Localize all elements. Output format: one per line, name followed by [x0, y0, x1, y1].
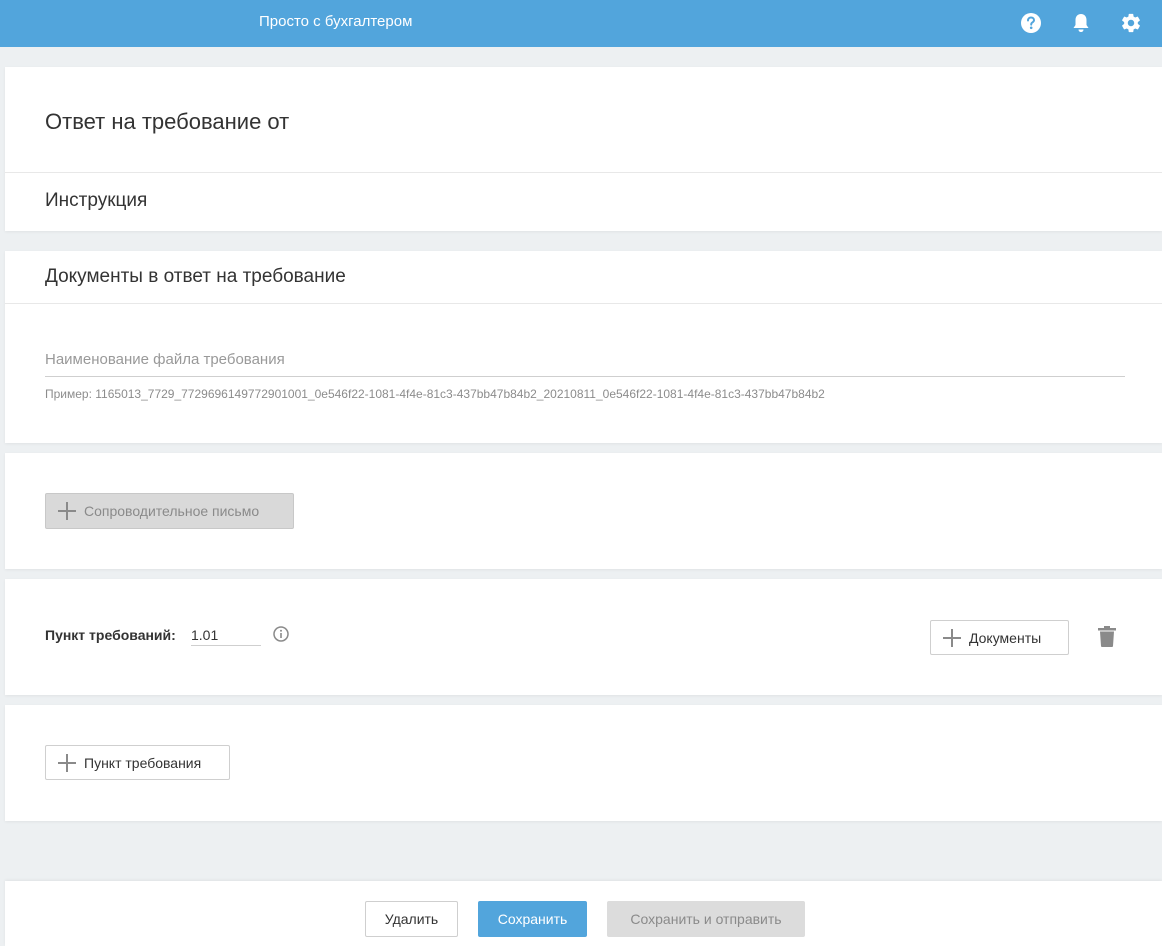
- delete-button[interactable]: Удалить: [365, 901, 458, 937]
- filename-underline: [45, 376, 1125, 377]
- title-card: Ответ на требование от Инструкция: [5, 67, 1162, 231]
- instruction-header[interactable]: Инструкция: [45, 190, 147, 212]
- plus-icon: [58, 753, 76, 772]
- save-label: Сохранить: [497, 911, 568, 927]
- trash-icon[interactable]: [1098, 626, 1116, 647]
- save-and-send-label: Сохранить и отправить: [630, 911, 782, 927]
- bell-icon[interactable]: [1069, 11, 1093, 35]
- requirement-item-card: Пункт требований: Документы: [5, 579, 1162, 695]
- documents-section-title: Документы в ответ на требование: [45, 266, 346, 287]
- add-item-card: Пункт требования: [5, 705, 1162, 821]
- requirement-item-label: Пункт требований:: [45, 627, 176, 643]
- add-cover-letter-label: Сопроводительное письмо: [84, 503, 260, 519]
- gear-icon[interactable]: [1119, 11, 1143, 35]
- save-and-send-button[interactable]: Сохранить и отправить: [607, 901, 805, 937]
- page-title: Ответ на требование от: [45, 109, 290, 134]
- filename-example-hint: Пример: 1165013_7729_7729696149772901001…: [45, 387, 825, 401]
- top-bar: Просто с бухгалтером: [0, 0, 1162, 47]
- filename-field[interactable]: Наименование файла требования: [45, 351, 285, 368]
- plus-icon: [58, 502, 76, 520]
- divider: [5, 303, 1162, 304]
- save-button[interactable]: Сохранить: [478, 901, 587, 937]
- delete-label: Удалить: [384, 911, 439, 927]
- app-title[interactable]: Просто с бухгалтером: [259, 13, 412, 30]
- add-cover-letter-button[interactable]: Сопроводительное письмо: [45, 493, 294, 529]
- info-icon[interactable]: [273, 626, 289, 642]
- add-requirement-item-label: Пункт требования: [84, 754, 202, 771]
- footer-bar: Удалить Сохранить Сохранить и отправить: [5, 881, 1162, 946]
- divider: [5, 172, 1162, 173]
- help-icon[interactable]: [1019, 11, 1043, 35]
- documents-card: Документы в ответ на требование Наименов…: [5, 251, 1162, 443]
- plus-icon: [943, 628, 961, 647]
- add-documents-label: Документы: [969, 629, 1042, 646]
- cover-letter-card: Сопроводительное письмо: [5, 453, 1162, 569]
- add-documents-button[interactable]: Документы: [930, 620, 1069, 655]
- requirement-item-input[interactable]: [191, 624, 261, 646]
- add-requirement-item-button[interactable]: Пункт требования: [45, 745, 230, 780]
